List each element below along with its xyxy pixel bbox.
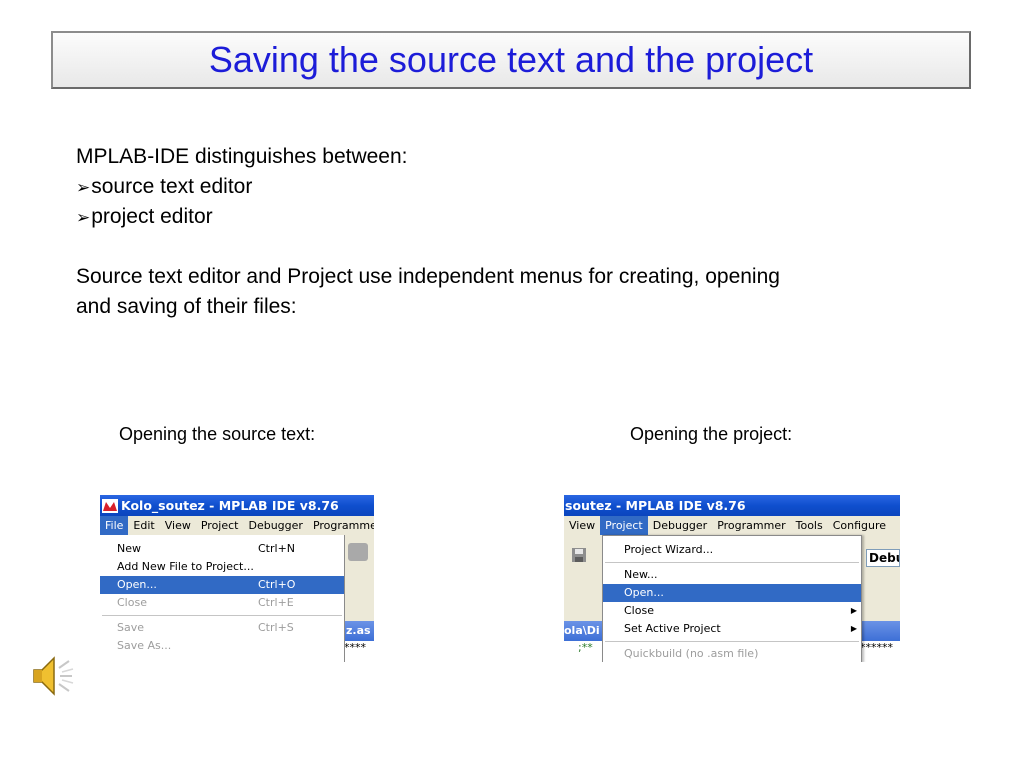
toolbar-right-strip: Debu ****** bbox=[860, 535, 900, 662]
menu-item-add-new-file[interactable]: Add New File to Project... bbox=[100, 558, 344, 576]
menu-item-close[interactable]: Close Ctrl+E bbox=[100, 594, 344, 612]
menu-item-set-active-project[interactable]: Set Active Project ▶ bbox=[603, 620, 861, 638]
menu-item-close[interactable]: Close ▶ bbox=[603, 602, 861, 620]
caption-project: Opening the project: bbox=[630, 424, 793, 444]
menu-programmer[interactable]: Programmer bbox=[712, 516, 790, 535]
menu-project[interactable]: Project bbox=[600, 516, 648, 535]
submenu-arrow-icon: ▶ bbox=[850, 624, 857, 633]
blue-strip bbox=[860, 621, 900, 641]
file-tab: z.as bbox=[344, 621, 374, 641]
code-fragment: **** bbox=[344, 641, 374, 662]
slide-title-box: Saving the source text and the project bbox=[51, 31, 971, 89]
menu-bar: FileEditViewProjectDebuggerProgrammer bbox=[100, 516, 374, 535]
bullet-arrow-icon: ➢ bbox=[76, 178, 91, 197]
screenshot-file-menu: Kolo_soutez - MPLAB IDE v8.76 File Edit Vi… bbox=[100, 495, 374, 662]
menu-item-quickbuild[interactable]: Quickbuild (no .asm file) bbox=[603, 645, 861, 662]
paragraph-line: and saving of their files: bbox=[76, 295, 297, 318]
window-title-bar: soutez - MPLAB IDE v8.76 bbox=[564, 495, 900, 516]
menu-separator bbox=[102, 615, 342, 616]
intro-line: MPLAB-IDE distinguishes between: bbox=[76, 145, 408, 168]
project-dropdown-menu: Project Wizard... New... Open... Close ▶ … bbox=[602, 535, 862, 662]
speaker-icon[interactable] bbox=[28, 648, 84, 704]
menu-debugger[interactable]: Debugger bbox=[648, 516, 712, 535]
path-fragment: ola\Di bbox=[564, 621, 602, 641]
menu-separator bbox=[605, 641, 859, 642]
menu-tools[interactable]: Tools bbox=[791, 516, 828, 535]
menu-item-project-wizard[interactable]: Project Wizard... bbox=[603, 541, 861, 559]
menu-view[interactable]: View bbox=[160, 516, 196, 535]
paragraph-line: Source text editor and Project use indep… bbox=[76, 265, 780, 288]
bullet-item: ➢source text editor bbox=[76, 175, 253, 198]
menu-edit[interactable]: Edit bbox=[128, 516, 159, 535]
slide-title: Saving the source text and the project bbox=[208, 39, 814, 80]
menu-file[interactable]: File bbox=[100, 516, 129, 535]
menu-item-new[interactable]: New Ctrl+N bbox=[100, 540, 344, 558]
toolbar-left-strip: ola\Di ;** bbox=[564, 535, 602, 662]
submenu-arrow-icon: ▶ bbox=[850, 606, 857, 615]
menu-debugger[interactable]: Debugger bbox=[243, 516, 307, 535]
menu-programmer[interactable]: Programmer bbox=[308, 516, 374, 535]
window-title: Kolo_soutez - MPLAB IDE v8.76 bbox=[121, 498, 339, 513]
menu-separator bbox=[605, 562, 859, 563]
bullet-arrow-icon: ➢ bbox=[76, 208, 91, 227]
file-dropdown-menu: New Ctrl+N Add New File to Project... Ope… bbox=[100, 535, 345, 662]
window-title: soutez - MPLAB IDE v8.76 bbox=[565, 498, 746, 513]
menu-item-open[interactable]: Open... Ctrl+O bbox=[100, 576, 344, 594]
toolbar-area: z.as **** bbox=[344, 535, 374, 662]
bullet-item: ➢project editor bbox=[76, 205, 213, 228]
mplab-logo-icon bbox=[102, 499, 118, 513]
menu-item-save[interactable]: Save Ctrl+S bbox=[100, 619, 344, 637]
code-fragment-left: ;** bbox=[564, 641, 602, 662]
menu-configure[interactable]: Configure bbox=[828, 516, 891, 535]
slide-body: MPLAB-IDE distinguishes between: ➢source… bbox=[76, 142, 780, 322]
screenshot-project-menu: soutez - MPLAB IDE v8.76 View Project Debu… bbox=[564, 495, 900, 662]
window-title-bar: Kolo_soutez - MPLAB IDE v8.76 bbox=[100, 495, 374, 516]
build-config-select[interactable]: Debu bbox=[866, 549, 900, 567]
caption-source-text: Opening the source text: bbox=[119, 424, 316, 444]
menu-item-new[interactable]: New... bbox=[603, 566, 861, 584]
menu-item-open[interactable]: Open... bbox=[603, 584, 861, 602]
save-icon[interactable] bbox=[571, 547, 587, 563]
toolbar-button-icon bbox=[348, 543, 368, 561]
menu-bar: View Project Debugger Programmer Tools Config… bbox=[564, 516, 900, 535]
menu-view[interactable]: View bbox=[564, 516, 600, 535]
menu-project[interactable]: Project bbox=[196, 516, 244, 535]
menu-item-save-as[interactable]: Save As... bbox=[100, 637, 344, 655]
code-fragment-right: ****** bbox=[860, 641, 900, 662]
